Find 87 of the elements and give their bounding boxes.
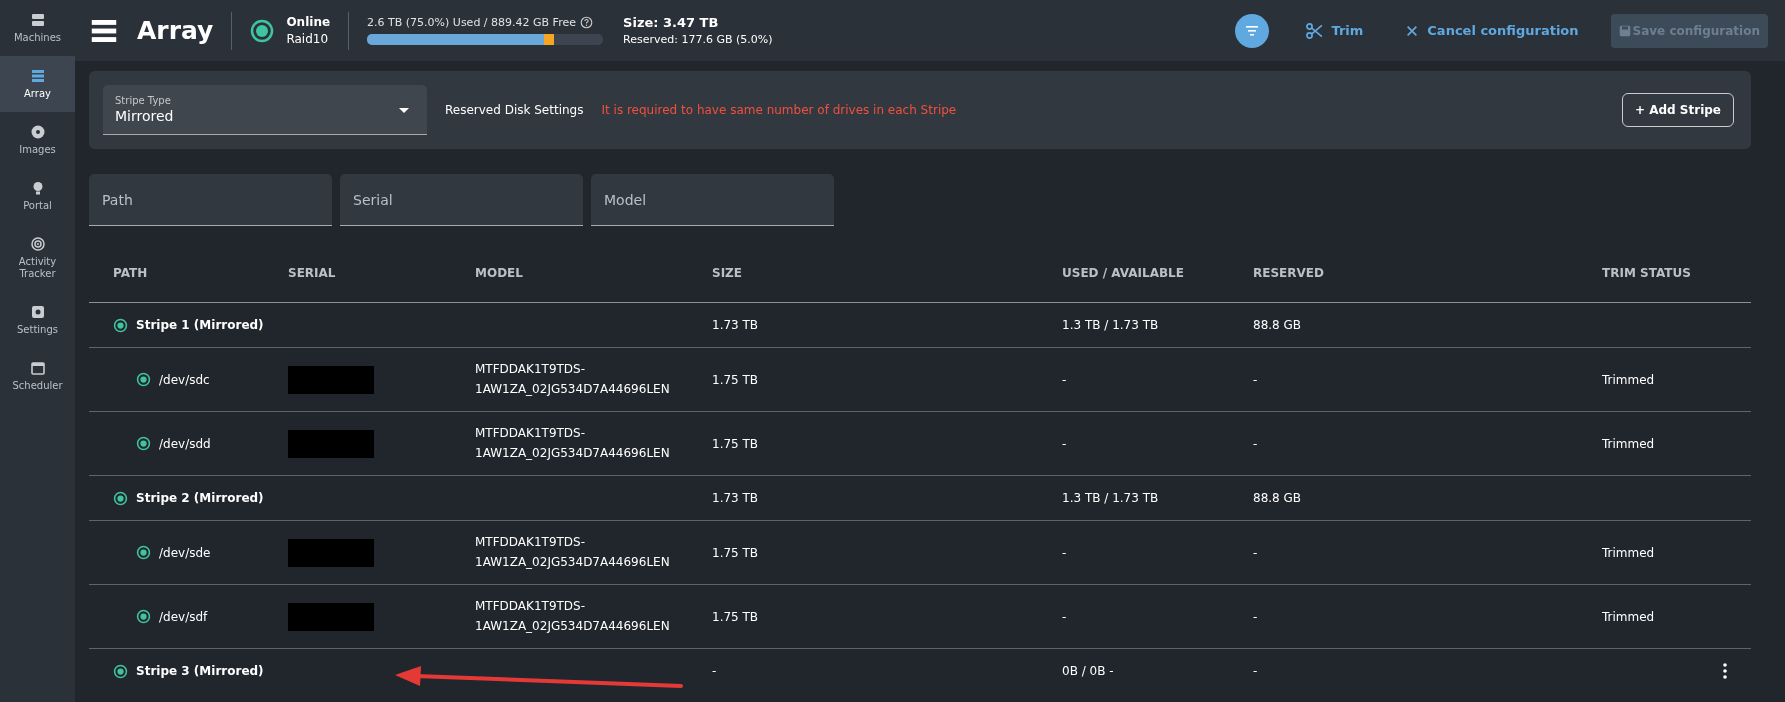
table-cell-text: MTFDDAK1T9TDS-1AW1ZA_02JG534D7A44696LEN <box>475 425 671 462</box>
table-cell-text: 0B / 0B - <box>1062 664 1115 678</box>
status-text: Online <box>286 15 331 29</box>
table-cell-text: - <box>1062 372 1068 387</box>
size-text: Size: 3.47 TB <box>623 15 720 30</box>
array-icon <box>91 19 117 42</box>
table-cell: Trimmed <box>1602 609 1655 624</box>
table-cell-text: - <box>1062 545 1068 560</box>
table-cell-text: MTFDDAK1T9TDS-1AW1ZA_02JG534D7A44696LEN <box>475 361 671 398</box>
table-cell-text: 1.75 TB <box>712 436 760 451</box>
filter-field[interactable]: Serial <box>340 174 583 226</box>
stripe-name: Stripe 1 (Mirrored) <box>136 318 264 332</box>
disk-path: /dev/sdc <box>159 372 210 387</box>
status-icon <box>136 609 151 624</box>
close-icon <box>1405 23 1420 38</box>
calendar-icon <box>29 360 46 376</box>
table-cell-text: - <box>1253 436 1259 451</box>
warning-text: It is required to have same number of drives in each Stripe <box>601 103 957 117</box>
table-cell-text: MTFDDAK1T9TDS-1AW1ZA_02JG534D7A44696LEN <box>475 598 671 635</box>
save-icon <box>1618 24 1631 37</box>
status-icon <box>136 372 151 387</box>
table-cell-text: 1.3 TB / 1.73 TB <box>1062 318 1160 332</box>
column-header: TRIM STATUS <box>1602 266 1692 280</box>
raid-level: Raid10 <box>286 32 330 46</box>
sidebar-item[interactable]: Portal <box>0 168 75 224</box>
table-cell: Trimmed <box>1602 545 1655 560</box>
column-header: MODEL <box>475 266 524 280</box>
status-icon <box>113 490 128 506</box>
table-cell-text: MTFDDAK1T9TDS-1AW1ZA_02JG534D7A44696LEN <box>475 534 671 571</box>
array-icon <box>29 68 46 84</box>
table-cell-text: 1.75 TB <box>712 545 760 560</box>
table-cell-text: - <box>1062 609 1068 624</box>
status-icon <box>113 317 128 333</box>
stripe-type-select[interactable]: Stripe Type Mirrored <box>103 85 427 135</box>
sidebar-item[interactable]: Activity Tracker <box>0 224 75 292</box>
sidebar-item[interactable]: Machines <box>0 0 75 56</box>
page-title: Array <box>137 16 214 45</box>
status-icon <box>136 545 151 560</box>
filter-field[interactable]: Path <box>89 174 332 226</box>
sidebar-item[interactable]: Array <box>0 56 75 112</box>
table-cell-text: 1.3 TB / 1.73 TB <box>1062 491 1160 505</box>
table-cell-text: 1.75 TB <box>712 372 760 387</box>
table-cell-text: 1.73 TB <box>712 318 760 332</box>
column-header: RESERVED <box>1253 266 1325 280</box>
caret-icon <box>399 108 409 113</box>
column-header: SERIAL <box>288 266 337 280</box>
disk-path: /dev/sdf <box>159 609 208 624</box>
help-icon[interactable] <box>579 16 593 29</box>
table-cell-text: 88.8 GB <box>1253 318 1303 332</box>
add-stripe-button[interactable]: + Add Stripe <box>1622 93 1734 127</box>
table-cell-text: - <box>1062 436 1068 451</box>
table-cell-text: - <box>1253 545 1259 560</box>
reserved-text: Reserved: 177.6 GB (5.0%) <box>623 33 773 46</box>
column-header: USED / AVAILABLE <box>1062 266 1185 280</box>
status-icon <box>250 18 275 43</box>
stripe-name: Stripe 2 (Mirrored) <box>136 491 264 505</box>
scissors-icon <box>1305 21 1324 40</box>
cancel-button[interactable]: Cancel configuration <box>1395 17 1589 44</box>
sidebar-item[interactable]: Scheduler <box>0 348 75 404</box>
more-icon[interactable] <box>1723 663 1727 679</box>
radar-icon <box>29 236 46 252</box>
disk-path: /dev/sde <box>159 545 211 560</box>
status-icon <box>113 663 128 679</box>
trim-button[interactable]: Trim <box>1295 15 1374 46</box>
table-cell-text: - <box>712 664 718 678</box>
table-cell: Trimmed <box>1602 436 1655 451</box>
table-cell-text: 1.75 TB <box>712 609 760 624</box>
disk-path: /dev/sdd <box>159 436 211 451</box>
reserved-disk-settings-label: Reserved Disk Settings <box>445 103 584 117</box>
stripe-name: Stripe 3 (Mirrored) <box>136 664 264 678</box>
disc-icon <box>29 124 46 140</box>
table-cell-text: 1.73 TB <box>712 491 760 505</box>
usage-text: 2.6 TB (75.0%) Used / 889.42 GB Free <box>367 16 576 29</box>
sidebar-item[interactable]: Settings <box>0 292 75 348</box>
filter-button[interactable] <box>1235 13 1270 48</box>
column-header: PATH <box>113 266 149 280</box>
table-cell-text: - <box>1253 609 1259 624</box>
table-cell-text: 88.8 GB <box>1253 491 1303 505</box>
table-cell-text: - <box>1253 372 1259 387</box>
table-cell-text: - <box>1253 664 1259 678</box>
column-header: SIZE <box>712 266 743 280</box>
server-icon <box>29 12 46 28</box>
gear-icon <box>29 304 46 320</box>
filter-field[interactable]: Model <box>591 174 834 226</box>
table-cell: Trimmed <box>1602 372 1655 387</box>
sidebar-item[interactable]: Images <box>0 112 75 168</box>
status-icon <box>136 436 151 451</box>
